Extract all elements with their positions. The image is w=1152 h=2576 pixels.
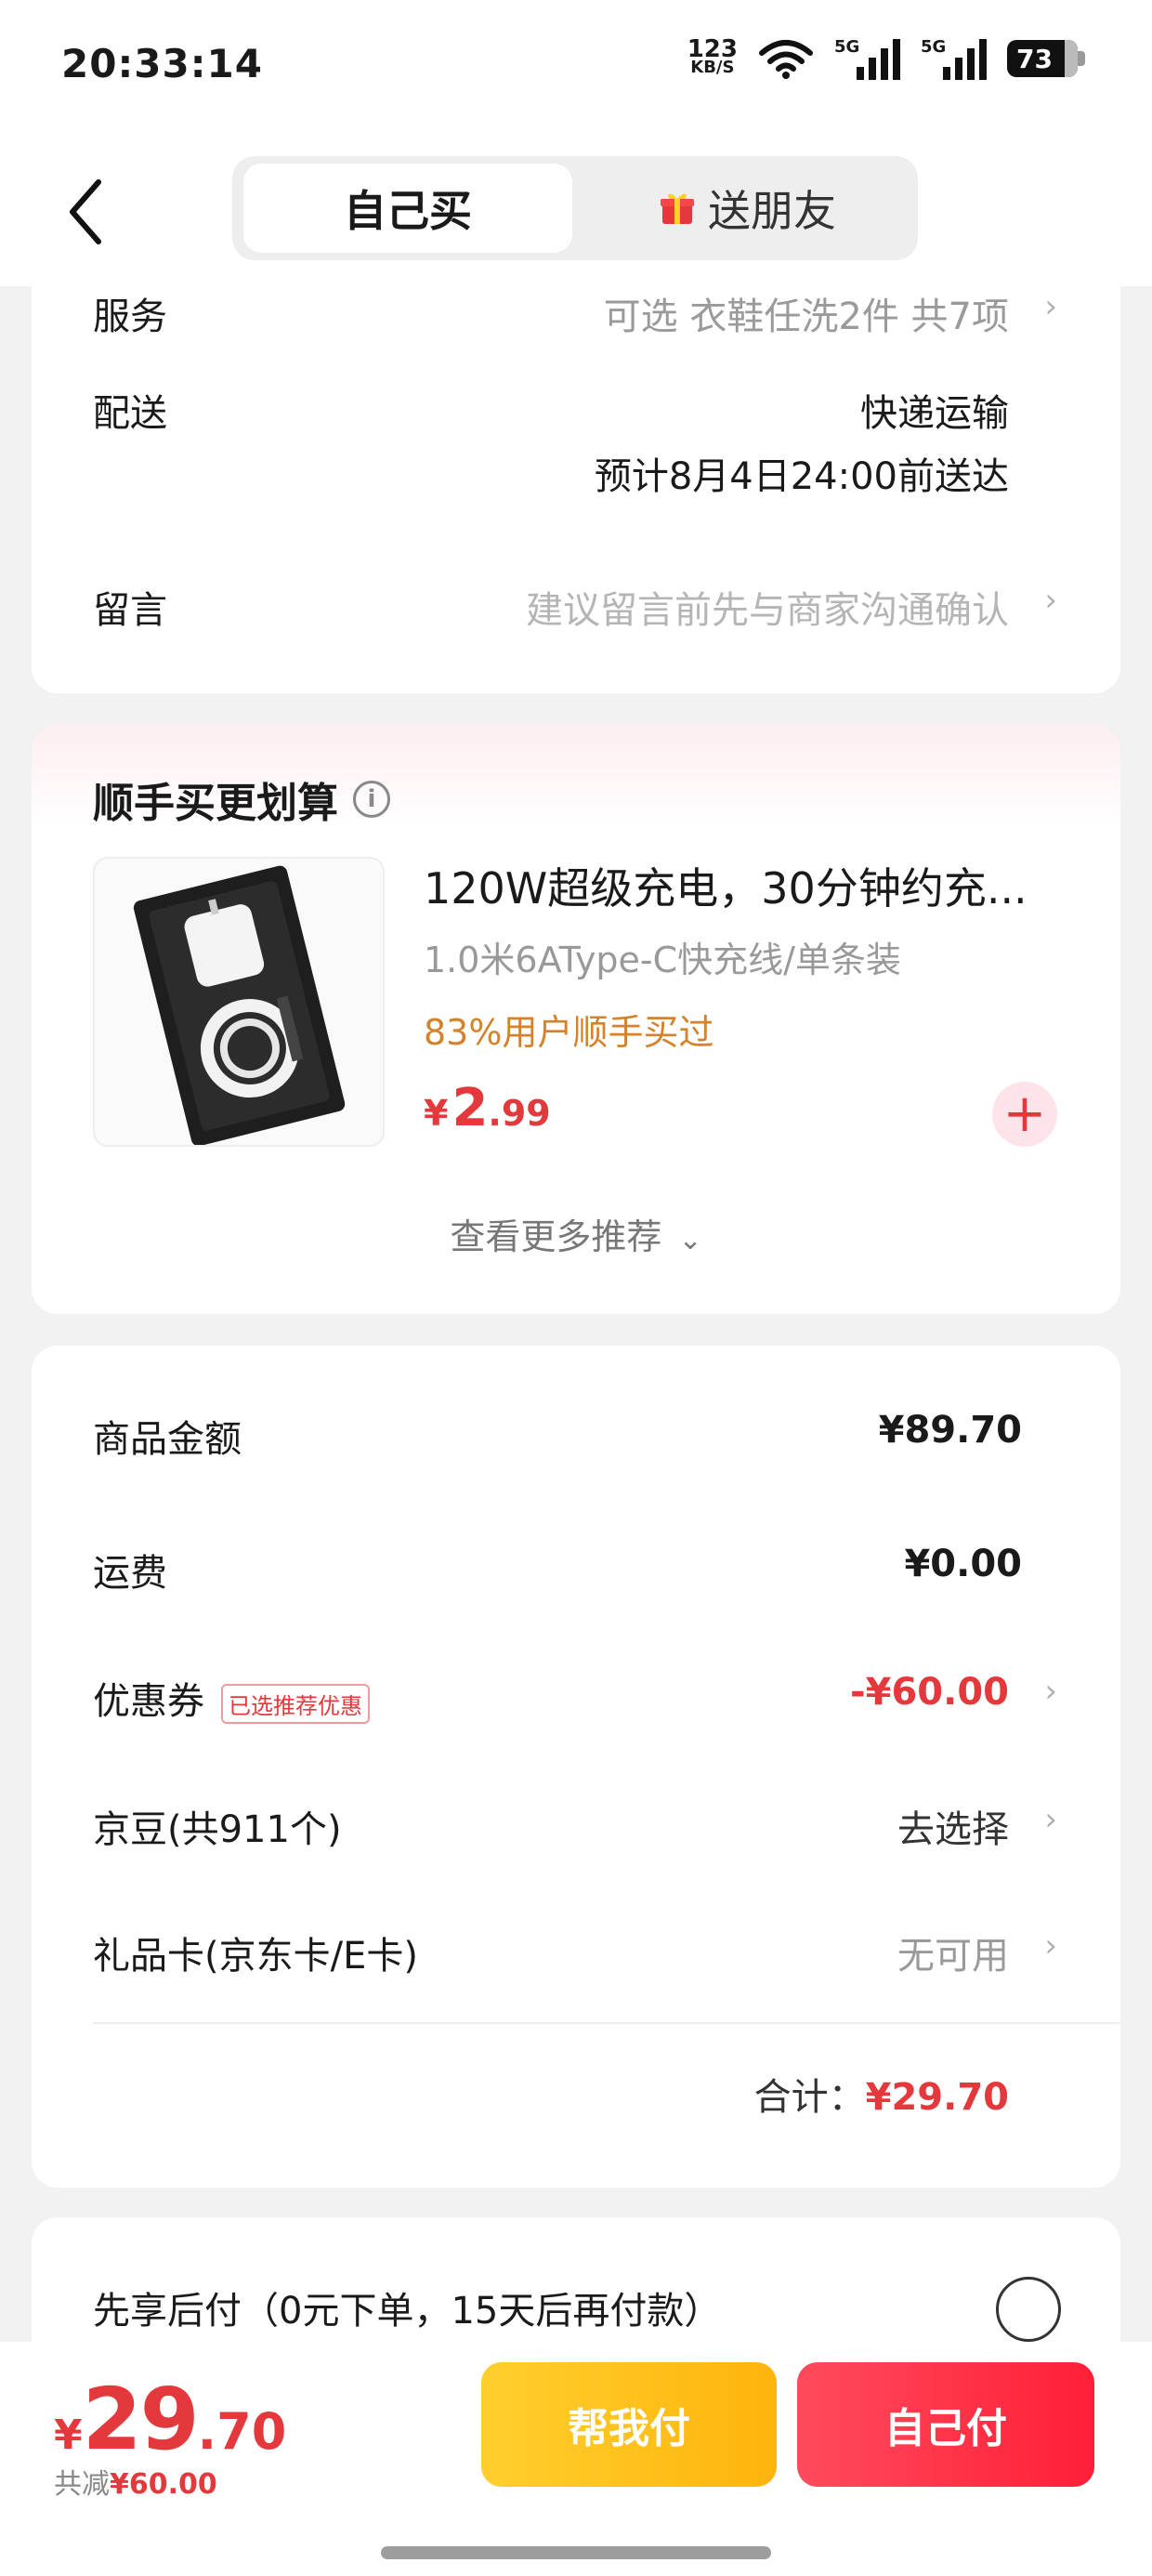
shipping-label: 运费 — [93, 1552, 167, 1595]
battery-icon: 73 — [1007, 40, 1085, 77]
jd-beans-value: 去选择 — [897, 1808, 1009, 1851]
pay-later-radio[interactable] — [996, 2277, 1061, 2342]
network-speed-value: 123 — [687, 35, 738, 63]
help-me-pay-button[interactable]: 帮我付 — [481, 2362, 777, 2487]
chevron-down-icon: ⌄ — [678, 1224, 702, 1256]
price-summary-card: 商品金额 ¥89.70 运费 ¥0.00 优惠券 已选推荐优惠 -¥60.00 ›… — [32, 1346, 1120, 2188]
page-header: 自己买 送朋友 — [0, 139, 1152, 286]
product-thumbnail[interactable] — [93, 857, 385, 1147]
chevron-right-icon: › — [1044, 1927, 1057, 1965]
order-total-label: 合计： — [753, 2076, 866, 2119]
divider — [93, 2022, 1120, 2024]
goods-amount-label: 商品金额 — [93, 1418, 242, 1461]
order-total: 合计：¥29.70 — [754, 2067, 1009, 2121]
network-speed: 123 KB/S — [687, 35, 738, 77]
view-more-label: 查看更多推荐 — [450, 1216, 662, 1257]
tab-buy-for-self[interactable]: 自己买 — [243, 164, 572, 253]
note-placeholder: 建议留言前先与商家沟通确认 — [526, 589, 1009, 632]
plus-icon: + — [1002, 1084, 1047, 1144]
coupon-recommended-tag: 已选推荐优惠 — [221, 1683, 370, 1724]
addon-product-price: ¥ 2 .99 — [424, 1078, 551, 1138]
total-saved: 共减¥60.00 — [54, 2461, 217, 2502]
coupon-label: 优惠券 — [93, 1680, 204, 1723]
pay-myself-button[interactable]: 自己付 — [797, 2362, 1094, 2487]
tab-buy-for-self-label: 自己买 — [344, 186, 472, 236]
total-saved-value: ¥60.00 — [110, 2468, 217, 2501]
status-bar: 20:33:14 123 KB/S 5G 5G 73 — [0, 0, 1152, 139]
price-integer: 2 — [452, 1078, 489, 1138]
pay-later-label: 先享后付（0元下单，15天后再付款） — [93, 2290, 722, 2333]
addon-bought-percent: 83%用户顺手买过 — [424, 1012, 714, 1053]
order-info-card: 服务 可选 衣鞋任洗2件 共7项 › 配送 快递运输 预计8月4日24:00前送… — [32, 286, 1120, 693]
gift-card-label: 礼品卡(京东卡/E卡) — [93, 1935, 418, 1978]
price-decimal: .99 — [488, 1093, 551, 1134]
price-symbol: ¥ — [424, 1093, 449, 1134]
addon-title: 顺手买更划算 i — [93, 769, 390, 829]
chevron-right-icon: › — [1044, 1673, 1057, 1710]
chevron-right-icon: › — [1044, 288, 1057, 325]
tab-gift-to-friend[interactable]: 送朋友 — [585, 164, 910, 253]
sim1-label: 5G — [834, 37, 860, 57]
pay-amount-integer: 29 — [82, 2370, 200, 2469]
chevron-right-icon: › — [1044, 1801, 1057, 1838]
charger-box-image — [133, 865, 346, 1145]
purchase-mode-switch: 自己买 送朋友 — [232, 156, 918, 260]
chevron-right-icon: › — [1044, 582, 1057, 619]
gift-icon — [661, 193, 694, 224]
checkout-bar: ¥ 29 .70 共减¥60.00 帮我付 自己付 — [0, 2342, 1152, 2576]
addon-product-title[interactable]: 120W超级充电，30分钟约充... — [424, 855, 1028, 916]
sim2-label: 5G — [921, 37, 947, 57]
view-more-recommendations[interactable]: 查看更多推荐 ⌄ — [32, 1208, 1120, 1259]
info-icon[interactable]: i — [353, 781, 390, 818]
add-to-order-button[interactable]: + — [992, 1082, 1057, 1147]
tab-gift-to-friend-label: 送朋友 — [708, 186, 836, 236]
order-total-value: ¥29.70 — [865, 2076, 1009, 2119]
coupon-value: -¥60.00 — [850, 1671, 1009, 1714]
pay-amount: ¥ 29 .70 — [54, 2370, 286, 2469]
service-value: 可选 衣鞋任洗2件 共7项 — [603, 296, 1009, 338]
jd-beans-label: 京豆(共911个) — [93, 1808, 342, 1851]
pay-amount-symbol: ¥ — [54, 2412, 83, 2459]
coupon-label-group: 优惠券 已选推荐优惠 — [93, 1671, 370, 1725]
service-label: 服务 — [93, 296, 167, 338]
delivery-eta: 预计8月4日24:00前送达 — [594, 455, 1009, 498]
back-button[interactable] — [65, 177, 121, 251]
shipping-value: ¥0.00 — [904, 1543, 1022, 1585]
cellular-signal-icon-2: 5G — [921, 37, 987, 80]
goods-amount-value: ¥89.70 — [878, 1409, 1022, 1452]
chevron-left-icon — [70, 179, 101, 244]
cellular-signal-icon: 5G — [834, 37, 900, 80]
note-label: 留言 — [93, 589, 167, 632]
battery-level: 73 — [1016, 43, 1053, 74]
pay-amount-decimal: .70 — [197, 2402, 287, 2461]
gift-card-value: 无可用 — [897, 1935, 1009, 1978]
status-time: 20:33:14 — [61, 41, 263, 86]
network-speed-unit: KB/S — [690, 58, 735, 77]
home-indicator[interactable] — [381, 2546, 771, 2559]
delivery-method: 快递运输 — [860, 392, 1009, 435]
addon-title-text: 顺手买更划算 — [93, 780, 338, 827]
addon-recommend-card: 顺手买更划算 i 120W超级充电，30分钟约充... 1.0米6AType-C… — [32, 725, 1120, 1314]
wifi-icon — [759, 40, 813, 79]
total-saved-label: 共减 — [54, 2468, 110, 2501]
addon-product-spec: 1.0米6AType-C快充线/单条装 — [424, 940, 901, 980]
delivery-label: 配送 — [93, 392, 167, 435]
